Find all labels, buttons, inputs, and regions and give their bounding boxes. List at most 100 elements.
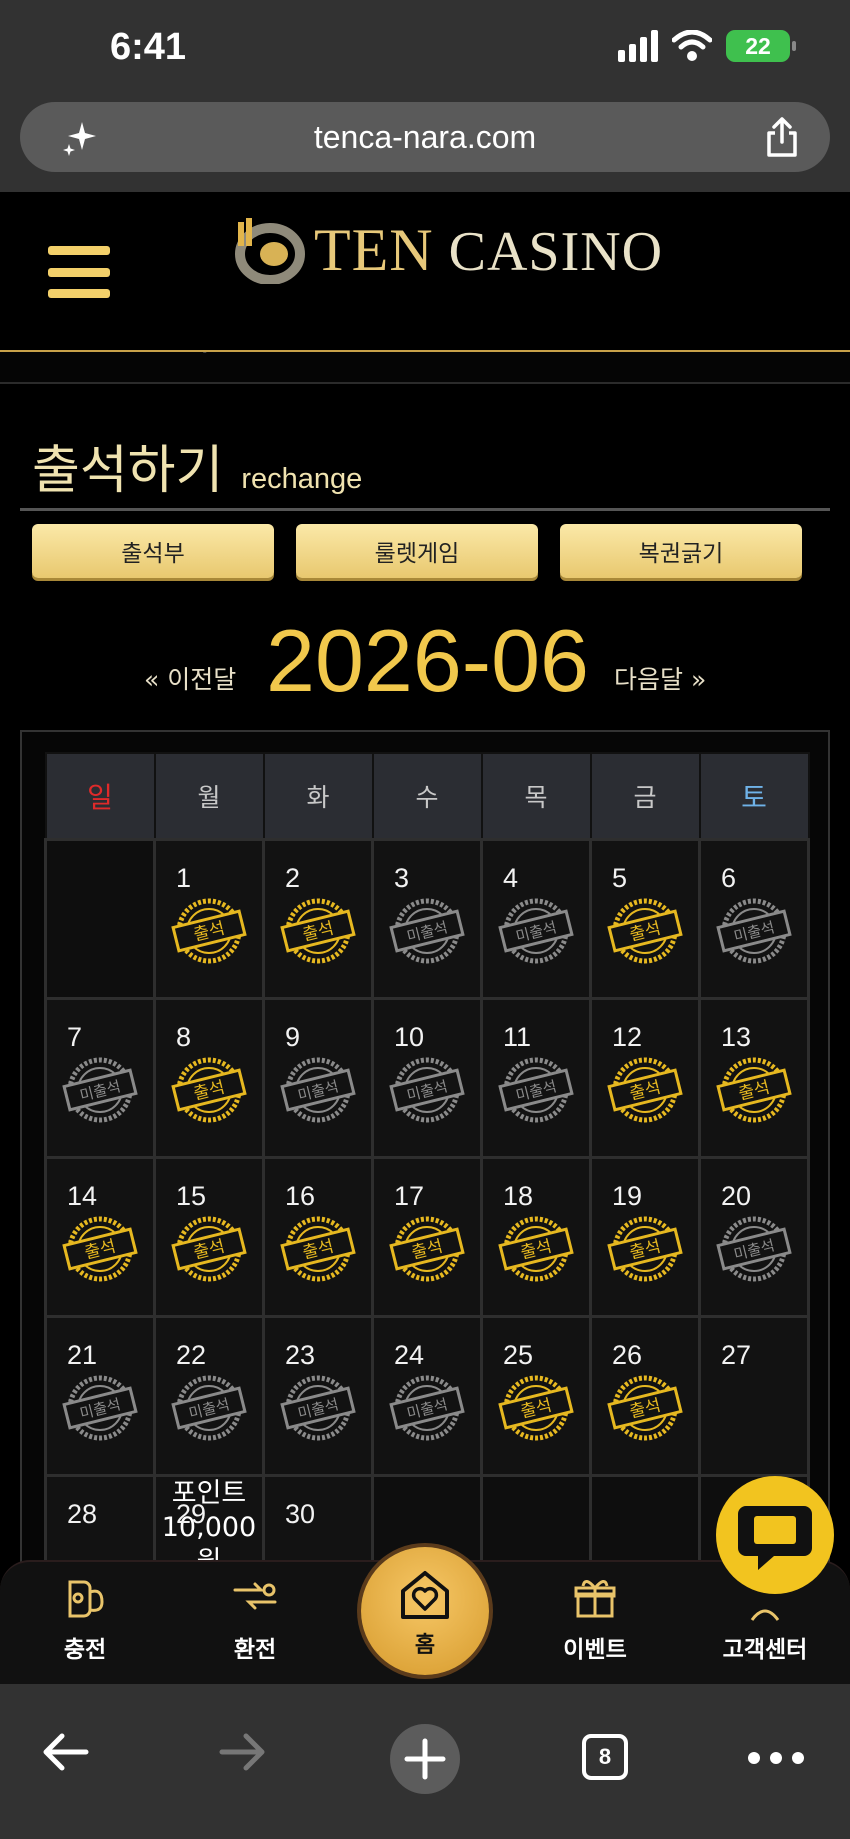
- weekday-header-row: 일 월 화 수 목 금 토: [44, 752, 810, 840]
- cellular-signal-icon: [618, 30, 658, 62]
- share-icon[interactable]: [764, 116, 800, 158]
- day-number: 18: [503, 1180, 534, 1211]
- attended-stamp-icon: 출석: [607, 898, 683, 963]
- title-divider: [20, 508, 830, 511]
- day-number: 5: [612, 862, 628, 893]
- calendar-day-cell: 3 미출석: [371, 837, 483, 1000]
- day-number: 19: [612, 1180, 643, 1211]
- day-number: 29: [176, 1498, 207, 1529]
- prev-month-link[interactable]: « 이전달: [144, 660, 236, 696]
- day-number: 15: [176, 1180, 207, 1211]
- calendar-day-cell: 5 출석: [589, 837, 701, 1000]
- weekday-fri: 금: [589, 752, 701, 840]
- charge-icon: [68, 1580, 104, 1618]
- missed-stamp-icon: 미출석: [389, 1057, 465, 1122]
- attended-stamp-icon: 출석: [607, 1057, 683, 1122]
- weekday-wed: 수: [371, 752, 483, 840]
- nav-exchange-label: 환전: [233, 1637, 277, 1663]
- nav-exchange[interactable]: 환전: [190, 1562, 320, 1686]
- calendar-day-cell: 26 출석: [589, 1314, 701, 1477]
- missed-stamp-icon: 미출석: [171, 1375, 247, 1440]
- chat-bubble-icon: [738, 1506, 812, 1570]
- attended-stamp-icon: 출석: [280, 1216, 356, 1281]
- calendar-week-row: 1 출석 2 출석 3 미출석 4 미출석 5 출석 6 미출석: [44, 837, 810, 1000]
- calendar-empty-cell: [44, 837, 156, 1000]
- day-number: 14: [67, 1180, 98, 1211]
- day-number: 6: [721, 862, 737, 893]
- next-month-link[interactable]: 다음달 »: [614, 660, 706, 696]
- day-number: 17: [394, 1180, 425, 1211]
- missed-stamp-icon: 미출석: [716, 898, 792, 963]
- browser-toolbar: 8: [0, 1684, 850, 1839]
- day-number: 10: [394, 1021, 425, 1052]
- exchange-icon: [233, 1582, 277, 1610]
- new-tab-button[interactable]: [390, 1724, 460, 1794]
- day-number: 7: [67, 1021, 83, 1052]
- calendar-day-cell: 24 미출석: [371, 1314, 483, 1477]
- missed-stamp-icon: 미출석: [498, 898, 574, 963]
- nav-support-label: 고객센터: [722, 1637, 808, 1663]
- tab-switcher-button[interactable]: 8: [582, 1734, 628, 1780]
- day-number: 21: [67, 1339, 98, 1370]
- attendance-tabs: 출석부 룰렛게임 복권긁기: [32, 524, 802, 578]
- month-navigation: « 이전달 2026-06 다음달 »: [0, 610, 850, 710]
- day-number: 25: [503, 1339, 534, 1370]
- logo-mark-icon: [235, 217, 305, 284]
- attended-stamp-icon: 출석: [498, 1375, 574, 1440]
- day-number: 9: [285, 1021, 301, 1052]
- nav-event[interactable]: 이벤트: [530, 1562, 660, 1686]
- nav-charge[interactable]: 충전: [20, 1562, 150, 1686]
- page-title-ko: 출석하기: [32, 441, 224, 501]
- wifi-icon: [672, 30, 712, 61]
- weekday-sun: 일: [44, 752, 156, 840]
- nav-charge-label: 충전: [63, 1637, 107, 1663]
- sparkle-icon[interactable]: [60, 118, 100, 158]
- calendar-day-cell: 27: [698, 1314, 810, 1477]
- calendar-week-row: 21 미출석 22 미출석 23 미출석 24 미출석 25 출석 26 출석 27: [44, 1314, 810, 1477]
- missed-stamp-icon: 미출석: [498, 1057, 574, 1122]
- more-options-icon[interactable]: [748, 1752, 804, 1764]
- gift-icon: [574, 1580, 616, 1618]
- page-title-en: rechange: [241, 463, 363, 495]
- day-number: 26: [612, 1339, 643, 1370]
- status-time: 6:41: [110, 26, 187, 68]
- calendar-day-cell: 8 출석: [153, 996, 265, 1159]
- url-bar[interactable]: tenca-nara.com: [20, 102, 830, 172]
- tab-roulette[interactable]: 룰렛게임: [296, 524, 538, 578]
- nav-home-button[interactable]: 홈: [361, 1547, 489, 1675]
- missed-stamp-icon: 미출석: [389, 1375, 465, 1440]
- day-number: 16: [285, 1180, 316, 1211]
- calendar-day-cell: 21 미출석: [44, 1314, 156, 1477]
- weekday-sat: 토: [698, 752, 810, 840]
- attended-stamp-icon: 출석: [716, 1057, 792, 1122]
- missed-stamp-icon: 미출석: [389, 898, 465, 963]
- hamburger-menu-icon[interactable]: [48, 246, 110, 298]
- back-arrow-icon[interactable]: [40, 1730, 90, 1774]
- attended-stamp-icon: 출석: [280, 898, 356, 963]
- calendar-day-cell: 11 미출석: [480, 996, 592, 1159]
- tab-lottery-scratch[interactable]: 복권긁기: [560, 524, 802, 578]
- calendar-day-cell: 2 출석: [262, 837, 374, 1000]
- calendar-day-cell: 25 출석: [480, 1314, 592, 1477]
- forward-arrow-icon[interactable]: [218, 1730, 268, 1774]
- notice-ticker: ·: [0, 352, 850, 384]
- tab-attendance-book[interactable]: 출석부: [32, 524, 274, 578]
- attendance-calendar: 일 월 화 수 목 금 토 1 출석 2 출석 3 미출석 4 미출석 5 출석 6 미출석 7 미출석 8…: [20, 730, 830, 1636]
- calendar-day-cell: 22 미출석: [153, 1314, 265, 1477]
- calendar-day-cell: 18 출석: [480, 1155, 592, 1318]
- calendar-day-cell: 15 출석: [153, 1155, 265, 1318]
- calendar-week-row: 7 미출석 8 출석 9 미출석 10 미출석 11 미출석 12 출석 13 출석: [44, 996, 810, 1159]
- calendar-day-cell: 23 미출석: [262, 1314, 374, 1477]
- missed-stamp-icon: 미출석: [62, 1057, 138, 1122]
- day-number: 13: [721, 1021, 752, 1052]
- attended-stamp-icon: 출석: [389, 1216, 465, 1281]
- calendar-day-cell: 14 출석: [44, 1155, 156, 1318]
- day-number: 8: [176, 1021, 192, 1052]
- plus-icon: [404, 1738, 446, 1780]
- current-month: 2026-06: [266, 611, 589, 710]
- chat-button[interactable]: [716, 1476, 834, 1594]
- day-number: 1: [176, 862, 192, 893]
- site-logo[interactable]: TEN CASINO: [232, 216, 663, 285]
- missed-stamp-icon: 미출석: [280, 1057, 356, 1122]
- attended-stamp-icon: 출석: [171, 898, 247, 963]
